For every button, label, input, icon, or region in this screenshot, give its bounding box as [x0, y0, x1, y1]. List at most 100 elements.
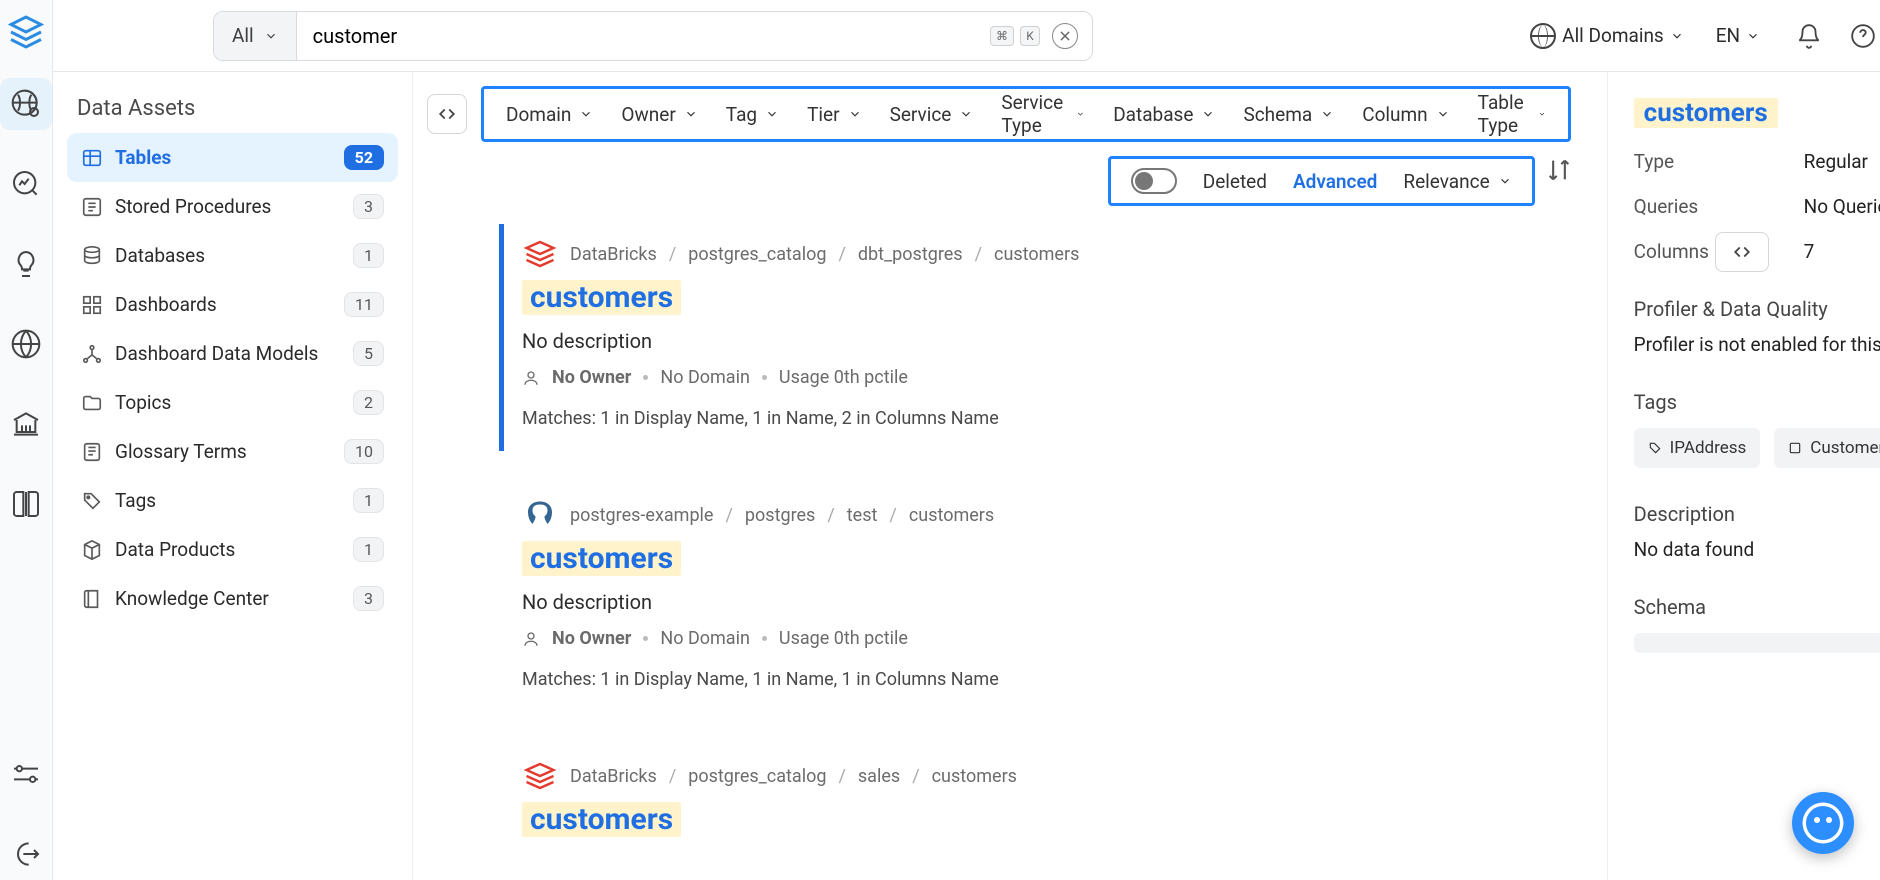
result-description: No description [522, 590, 1549, 614]
glossary-icon [81, 441, 103, 463]
sidebar-item-count: 11 [344, 292, 384, 317]
sidebar-item-count: 5 [353, 341, 384, 366]
search-scope-label: All [232, 24, 254, 47]
assistant-fab[interactable] [1792, 792, 1854, 854]
sidebar-item-tags[interactable]: Tags 1 [67, 476, 398, 525]
collapse-sidebar-button[interactable] [427, 94, 467, 134]
result-owner: No Owner [552, 367, 631, 388]
rail-insights-icon[interactable] [0, 238, 52, 290]
sort-direction-button[interactable] [1545, 156, 1573, 184]
rail-domain-icon[interactable] [0, 318, 52, 370]
advanced-search-link[interactable]: Advanced [1293, 170, 1377, 193]
sidebar-item-label: Data Products [115, 538, 235, 561]
sidebar-item-label: Glossary Terms [115, 440, 247, 463]
result-card[interactable]: postgres-example/ postgres/ test/ custom… [499, 485, 1567, 712]
procedure-icon [81, 196, 103, 218]
sidebar-item-topics[interactable]: Topics 2 [67, 378, 398, 427]
sidebar-item-dashboard-data-models[interactable]: Dashboard Data Models 5 [67, 329, 398, 378]
result-card[interactable]: DataBricks/ postgres_catalog/ dbt_postgr… [499, 224, 1567, 451]
filter-tier[interactable]: Tier [807, 103, 861, 126]
help-button[interactable] [1850, 23, 1876, 49]
sidebar-item-count: 1 [353, 537, 384, 562]
result-domain: No Domain [660, 367, 750, 388]
app-logo[interactable] [8, 14, 44, 50]
rail-govern-icon[interactable] [0, 398, 52, 450]
rail-settings-icon[interactable] [0, 748, 52, 800]
filter-schema[interactable]: Schema [1243, 103, 1334, 126]
glossary-icon [1788, 441, 1802, 455]
sidebar-item-count: 3 [353, 586, 384, 611]
rail-docs-icon[interactable] [0, 478, 52, 530]
details-panel: customers TypeRegular QueriesNo Queries … [1607, 72, 1880, 880]
bell-icon [1796, 23, 1822, 49]
filter-service-type[interactable]: Service Type [1001, 91, 1085, 137]
collapse-details-button[interactable] [1715, 232, 1769, 272]
result-card[interactable]: DataBricks/ postgres_catalog/ sales/ cus… [499, 746, 1567, 859]
sidebar-item-label: Dashboards [115, 293, 217, 316]
sidebar-item-data-products[interactable]: Data Products 1 [67, 525, 398, 574]
databricks-icon [522, 758, 558, 794]
bot-icon [1806, 806, 1840, 840]
tag-chip[interactable]: IPAddress [1634, 428, 1761, 468]
rail-observe-icon[interactable] [0, 158, 52, 210]
database-icon [81, 245, 103, 267]
table-icon [81, 147, 103, 169]
deleted-toggle[interactable] [1131, 168, 1177, 194]
model-icon [81, 343, 103, 365]
chevron-down-icon [1670, 29, 1684, 43]
filter-owner[interactable]: Owner [621, 103, 697, 126]
sidebar-item-count: 1 [353, 488, 384, 513]
code-icon [1733, 243, 1751, 261]
filter-service[interactable]: Service [890, 103, 974, 126]
chevron-down-icon [1436, 107, 1450, 121]
search-scope-select[interactable]: All [214, 12, 297, 60]
sidebar-item-count: 10 [344, 439, 384, 464]
language-switcher[interactable]: EN [1716, 24, 1760, 47]
filter-domain[interactable]: Domain [506, 103, 593, 126]
details-title: customers [1634, 98, 1778, 128]
rail-logout-icon[interactable] [0, 828, 52, 880]
sidebar-item-tables[interactable]: Tables 52 [67, 133, 398, 182]
chevron-down-icon [264, 29, 278, 43]
filter-table-type[interactable]: Table Type [1478, 91, 1546, 137]
filter-bar: Domain Owner Tag Tier Service Service Ty… [481, 86, 1571, 142]
sidebar-item-dashboards[interactable]: Dashboards 11 [67, 280, 398, 329]
rail-explore-icon[interactable] [0, 78, 52, 130]
chevron-down-icon [684, 107, 698, 121]
filter-tag[interactable]: Tag [726, 103, 779, 126]
kv-key: Queries [1634, 195, 1804, 218]
tag-icon [81, 490, 103, 512]
profiler-body: Profiler is not enabled for this table. [1634, 333, 1880, 356]
search-input[interactable] [297, 12, 990, 60]
chevron-down-icon [959, 107, 973, 121]
sort-label: Relevance [1403, 170, 1489, 193]
kv-value: 7 [1804, 240, 1815, 263]
domain-switcher[interactable]: All Domains [1530, 23, 1684, 49]
sidebar-item-glossary[interactable]: Glossary Terms 10 [67, 427, 398, 476]
sort-select[interactable]: Relevance [1403, 170, 1511, 193]
databricks-icon [522, 236, 558, 272]
chevron-down-icon [1076, 107, 1085, 121]
filter-column[interactable]: Column [1362, 103, 1449, 126]
filter-database[interactable]: Database [1113, 103, 1215, 126]
results-panel: Domain Owner Tag Tier Service Service Ty… [413, 72, 1607, 880]
domain-switcher-label: All Domains [1562, 24, 1664, 47]
search-clear-button[interactable] [1052, 23, 1078, 49]
sidebar-item-knowledge-center[interactable]: Knowledge Center 3 [67, 574, 398, 623]
result-title: customers [522, 541, 681, 576]
notifications-button[interactable] [1796, 23, 1822, 49]
left-rail [0, 0, 53, 880]
tag-chip[interactable]: Customer Acquisition Cost (CAC) [1774, 428, 1880, 468]
sidebar-item-count: 3 [353, 194, 384, 219]
sidebar-item-count: 52 [344, 145, 384, 170]
chevron-down-icon [1498, 174, 1512, 188]
sidebar-item-label: Tags [115, 489, 156, 512]
chevron-down-icon [765, 107, 779, 121]
result-owner: No Owner [552, 628, 631, 649]
sidebar-item-databases[interactable]: Databases 1 [67, 231, 398, 280]
schema-placeholder [1634, 633, 1880, 653]
dashboard-icon [81, 294, 103, 316]
kv-value: No Queries [1804, 195, 1880, 218]
user-icon [522, 369, 540, 387]
sidebar-item-stored-procedures[interactable]: Stored Procedures 3 [67, 182, 398, 231]
